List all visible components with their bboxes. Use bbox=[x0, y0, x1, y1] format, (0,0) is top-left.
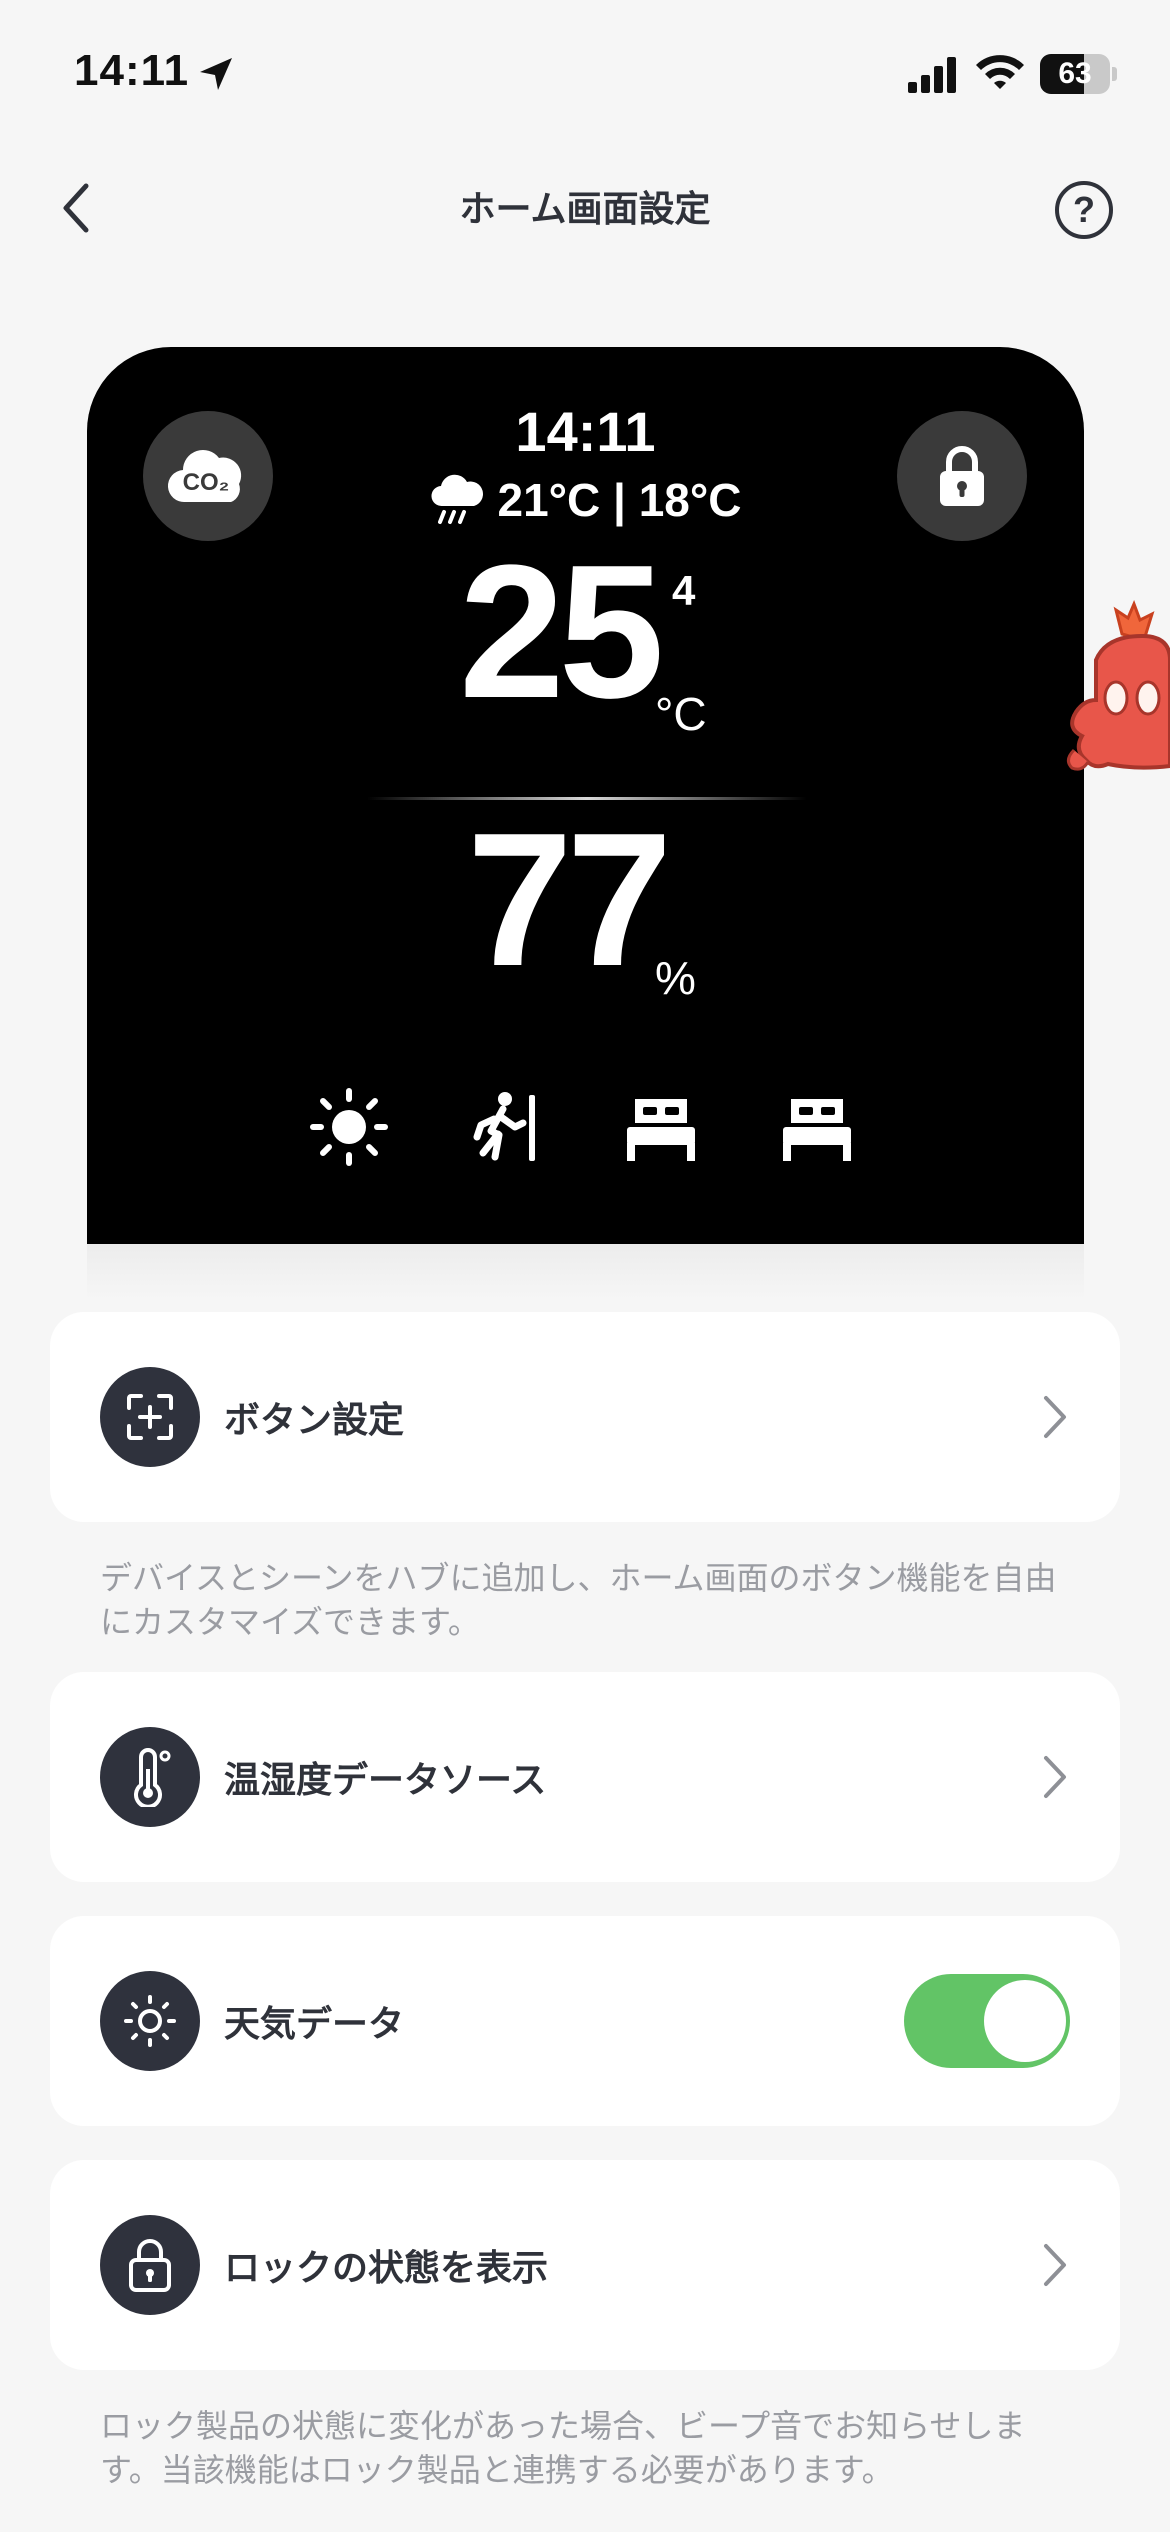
button-settings-label: ボタン設定 bbox=[224, 1400, 405, 1441]
mascot-icon[interactable] bbox=[1056, 600, 1170, 780]
status-bar: 14:11 63 bbox=[0, 0, 1170, 150]
battery-tip bbox=[1112, 67, 1117, 81]
page-title: ホーム画面設定 bbox=[459, 189, 711, 230]
weather-data-label: 天気データ bbox=[224, 2004, 405, 2045]
weather-temps: 21°C | 18°C bbox=[497, 474, 742, 526]
leave-home-icon bbox=[473, 1092, 535, 1161]
temp-humidity-icon-badge bbox=[100, 1727, 200, 1827]
lock-status-icon-badge bbox=[100, 2215, 200, 2315]
lock-status-row[interactable]: ロックの状態を表示 bbox=[50, 2160, 1120, 2370]
bed-icon bbox=[627, 1099, 695, 1161]
button-settings-icon-badge bbox=[100, 1367, 200, 1467]
toggle-knob bbox=[984, 1980, 1066, 2062]
weather-data-toggle[interactable] bbox=[904, 1974, 1070, 2068]
help-button[interactable]: ? bbox=[1055, 181, 1113, 239]
lock-button bbox=[897, 411, 1027, 541]
lock-outline-icon bbox=[129, 2239, 171, 2292]
button-settings-row[interactable]: ボタン設定 bbox=[50, 1312, 1120, 1522]
preview-humidity-unit: % bbox=[655, 952, 696, 1004]
preview-temperature-unit: °C bbox=[655, 688, 707, 740]
sun-icon bbox=[310, 1088, 388, 1166]
sun-outline-icon bbox=[124, 1995, 176, 2047]
add-frame-icon bbox=[127, 1394, 173, 1440]
button-settings-description: デバイスとシーンをハブに追加し、ホーム画面のボタン機能を自由にカスタマイズできま… bbox=[100, 1559, 1057, 1641]
weather-data-row: 天気データ bbox=[50, 1916, 1120, 2126]
chevron-right-icon bbox=[1044, 1756, 1066, 1798]
lock-status-description: ロック製品の状態に変化があった場合、ビープ音でお知らせします。当該機能はロック製… bbox=[100, 2407, 1026, 2489]
chevron-right-icon bbox=[1044, 1396, 1066, 1438]
temp-humidity-source-label: 温湿度データソース bbox=[224, 1760, 547, 1801]
weather-data-icon-badge bbox=[100, 1971, 200, 2071]
cellular-signal-icon bbox=[908, 57, 956, 93]
preview-temperature-decimal: 4 bbox=[672, 567, 696, 614]
battery-percent: 63 bbox=[1058, 57, 1092, 90]
lock-icon bbox=[940, 446, 984, 506]
thermometer-icon bbox=[134, 1748, 171, 1807]
preview-temperature: 25 bbox=[459, 526, 664, 738]
temp-humidity-source-row[interactable]: 温湿度データソース bbox=[50, 1672, 1120, 1882]
location-arrow-icon bbox=[200, 58, 232, 90]
battery-icon: 63 bbox=[1040, 54, 1110, 94]
preview-shadow bbox=[87, 1244, 1084, 1300]
rain-cloud-icon bbox=[430, 474, 483, 524]
bed-icon bbox=[783, 1099, 851, 1161]
lock-status-label: ロックの状態を表示 bbox=[224, 2248, 549, 2289]
wifi-icon bbox=[976, 55, 1024, 89]
home-screen-preview: CO₂ 14:11 21°C | 18°C 25 4 °C 77 % bbox=[87, 347, 1084, 1244]
chevron-right-icon bbox=[1044, 2244, 1066, 2286]
preview-humidity: 77 bbox=[467, 794, 672, 1006]
status-time: 14:11 bbox=[74, 46, 190, 95]
